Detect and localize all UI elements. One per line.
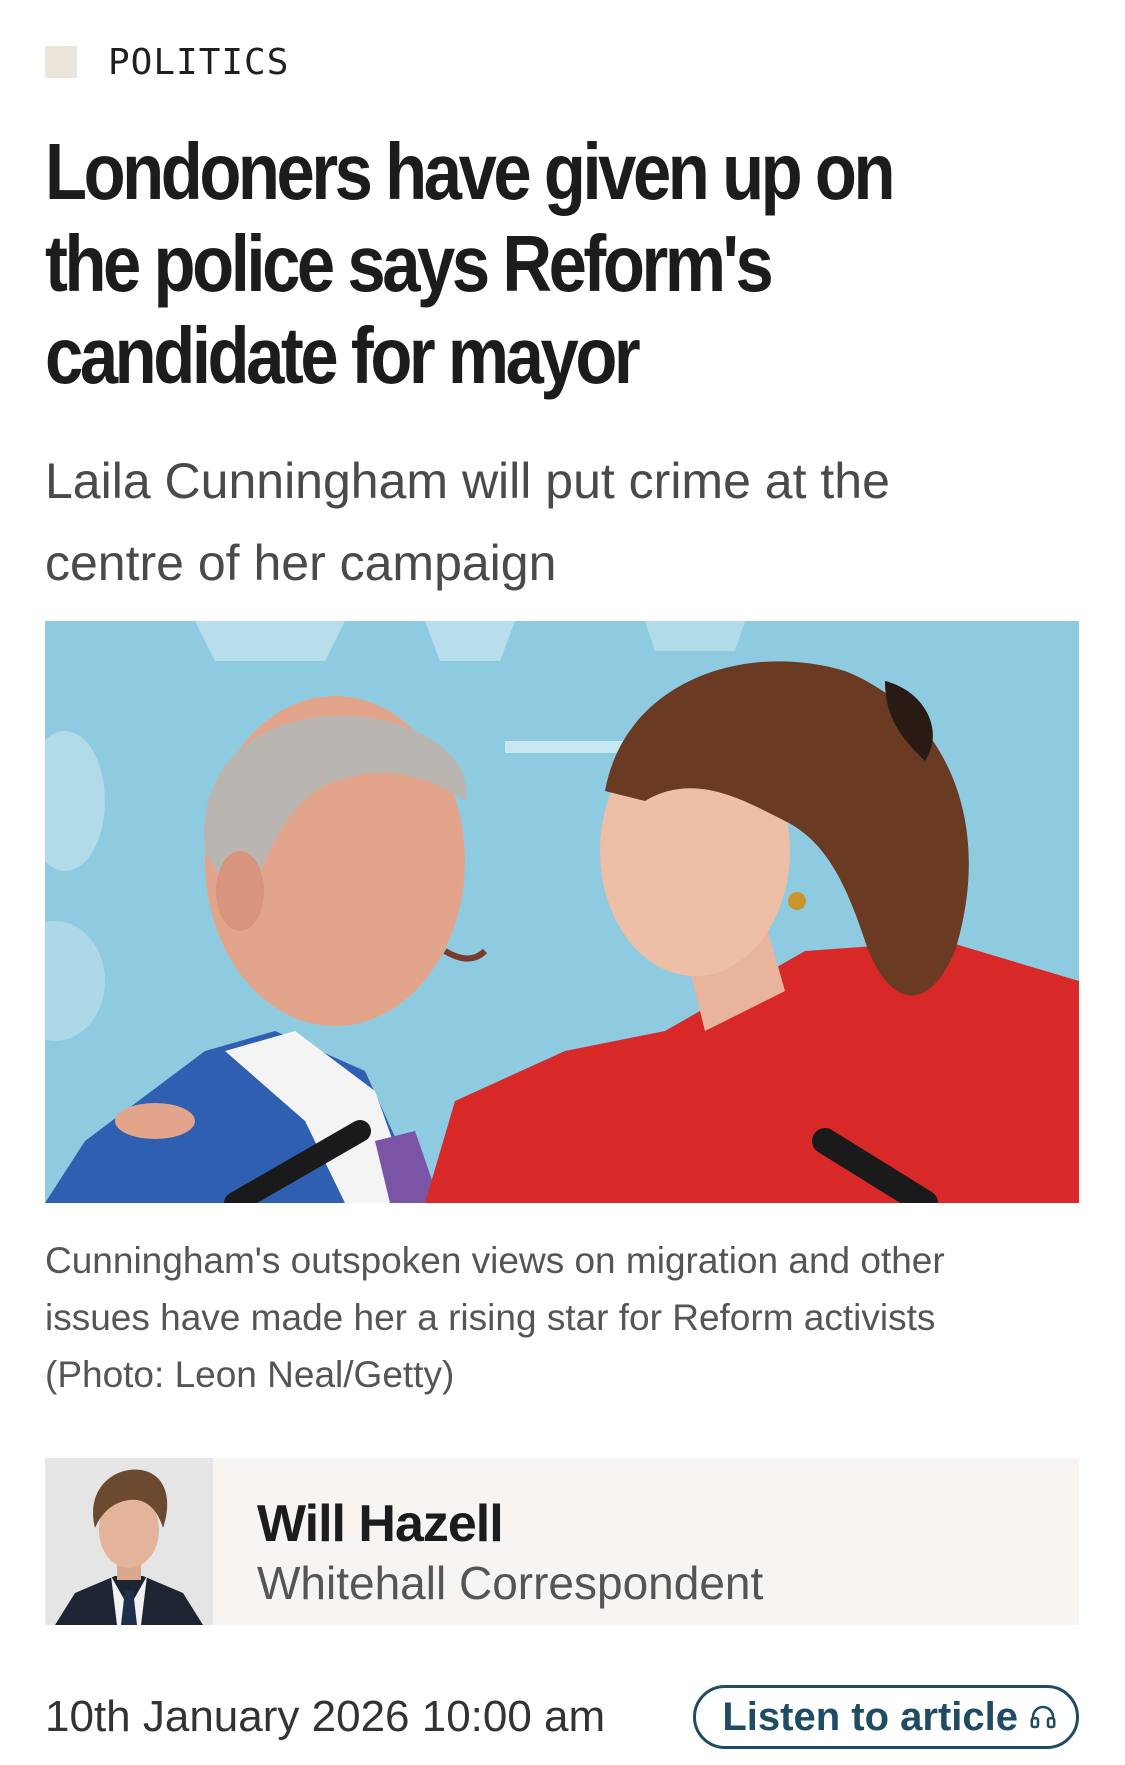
author-card[interactable]: Will Hazell Whitehall Correspondent bbox=[45, 1458, 1079, 1625]
author-name[interactable]: Will Hazell bbox=[257, 1494, 763, 1554]
listen-button-label: Listen to article bbox=[722, 1694, 1018, 1739]
section-color-square bbox=[45, 46, 77, 78]
publish-date: 10th January 2026 10:00 am bbox=[45, 1692, 606, 1741]
section-label: POLITICS bbox=[108, 41, 290, 83]
image-caption: Cunningham's outspoken views on migratio… bbox=[45, 1240, 945, 1395]
article-meta: 10th January 2026 10:00 am Listen to art… bbox=[45, 1682, 1079, 1752]
author-info: Will Hazell Whitehall Correspondent bbox=[213, 1458, 763, 1625]
author-avatar bbox=[45, 1458, 213, 1625]
section-tag[interactable]: POLITICS bbox=[45, 41, 290, 83]
article-headline: Londoners have given up on the police sa… bbox=[45, 127, 896, 400]
hero-image bbox=[45, 621, 1079, 1203]
headphones-icon bbox=[1028, 1702, 1058, 1732]
listen-to-article-button[interactable]: Listen to article bbox=[693, 1685, 1079, 1749]
article-standfirst: Laila Cunningham will put crime at the c… bbox=[45, 453, 890, 591]
author-role: Whitehall Correspondent bbox=[257, 1557, 764, 1609]
